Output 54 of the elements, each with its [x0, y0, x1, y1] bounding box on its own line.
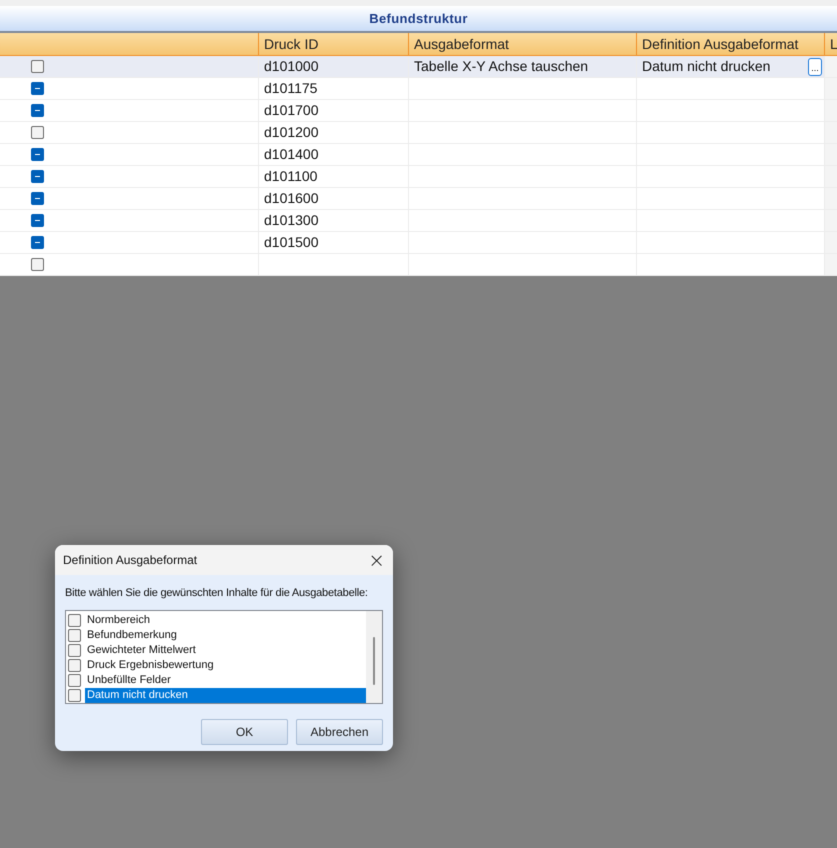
panel-title: Befundstruktur	[369, 10, 468, 28]
table-cell: d101400	[258, 144, 408, 165]
table-cell: d101500	[258, 232, 408, 253]
column-header[interactable]: Ausgabeformat	[408, 33, 636, 55]
table-cell: d101000	[258, 56, 408, 77]
prompt-text: Bitte wählen Sie die gewünschten Inhalte für die Ausgabetabelle:	[65, 586, 369, 601]
table-row[interactable]: d101175	[0, 78, 837, 100]
dialog-button[interactable]: OK	[201, 718, 288, 744]
checkbox[interactable]	[31, 104, 44, 117]
dialog-title: Definition Ausgabeformat	[63, 552, 198, 569]
dialog-button[interactable]: Abbrechen	[296, 718, 383, 744]
checkbox[interactable]	[31, 82, 44, 95]
table-row[interactable]: d101500	[0, 232, 837, 254]
column-header[interactable]: Druck ID	[258, 33, 408, 55]
table-row[interactable]: d101000 Tabelle X-Y Achse tauschen Datum nicht drucken ...	[0, 56, 837, 78]
column-header[interactable]: Definition Ausgabeformat	[636, 33, 824, 55]
checkbox[interactable]	[31, 236, 44, 249]
checkbox[interactable]	[31, 214, 44, 227]
table-cell-text: Datum nicht drucken	[642, 57, 770, 76]
checkbox[interactable]	[68, 628, 81, 642]
checkbox[interactable]	[31, 60, 44, 73]
list-item[interactable]: Normbereich	[85, 612, 366, 628]
list-item[interactable]: Befundbemerkung	[85, 628, 366, 642]
table-cell: d101200	[258, 122, 408, 143]
checkbox[interactable]	[31, 148, 44, 161]
column-header[interactable]: L	[824, 33, 837, 55]
checkbox[interactable]	[31, 126, 44, 139]
checkbox[interactable]	[31, 258, 44, 271]
table-row[interactable]: d101100	[0, 166, 837, 188]
table-cell: Tabelle X-Y Achse tauschen	[408, 56, 636, 77]
checkbox[interactable]	[68, 658, 81, 672]
checkbox[interactable]	[31, 192, 44, 205]
checkbox[interactable]	[68, 674, 81, 686]
table-cell: d101300	[258, 210, 408, 231]
scrollbar[interactable]	[366, 610, 382, 702]
table-row[interactable]: d101300	[0, 210, 837, 232]
table-row[interactable]: d101600	[0, 188, 837, 210]
list-item[interactable]: Gewichteter Mittelwert	[85, 642, 366, 658]
list-item[interactable]: Druck Ergebnisbewertung	[85, 658, 366, 672]
checkbox[interactable]	[68, 644, 81, 656]
checkbox[interactable]	[31, 170, 44, 183]
checkbox[interactable]	[68, 688, 81, 702]
table-row[interactable]: d101400	[0, 144, 837, 166]
close-button[interactable]: ×	[368, 550, 385, 570]
list-item[interactable]: Unbefüllte Felder	[85, 672, 366, 688]
table-cell: d101100	[258, 166, 408, 187]
table-row[interactable]: d101700	[0, 100, 837, 122]
table-cell: d101600	[258, 188, 408, 209]
table-cell: d101175	[258, 78, 408, 99]
ellipsis-button[interactable]: ...	[808, 58, 822, 76]
checkbox[interactable]	[68, 614, 81, 626]
table-cell: d101700	[258, 100, 408, 121]
list-item[interactable]: Datum nicht drucken	[85, 688, 366, 702]
table-row[interactable]: d101200	[0, 122, 837, 144]
